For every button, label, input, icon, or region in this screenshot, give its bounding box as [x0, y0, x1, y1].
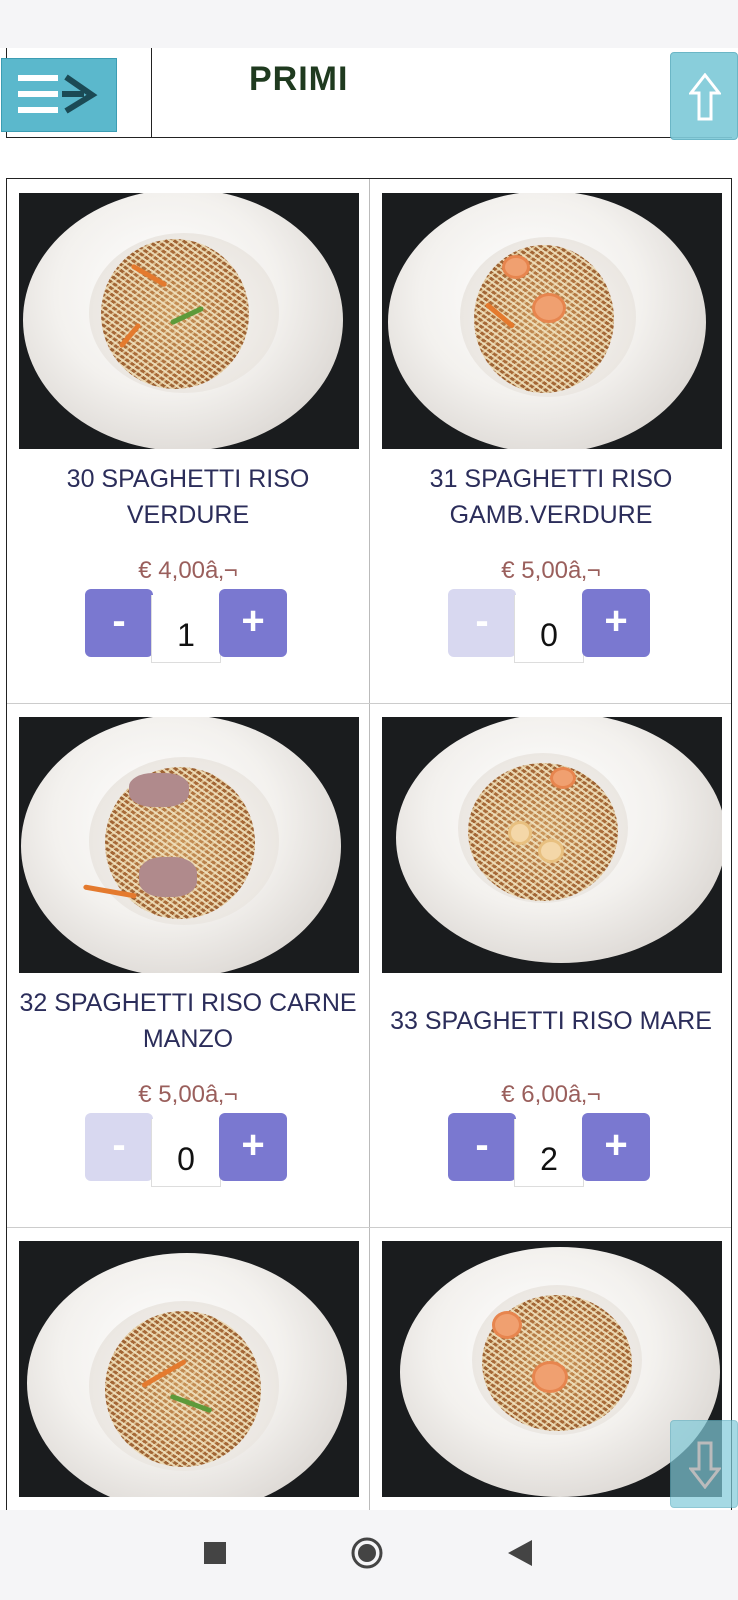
arrow-up-icon	[689, 73, 721, 121]
page-title: PRIMI	[249, 60, 349, 98]
system-navigation-bar	[0, 1510, 738, 1600]
recents-button[interactable]	[204, 1542, 226, 1569]
product-price: € 5,00â‚¬	[501, 557, 601, 584]
increase-button[interactable]: +	[219, 1113, 287, 1181]
quantity-stepper: - 0 +	[85, 1113, 287, 1187]
menu-arrow-icon	[18, 74, 98, 114]
quantity-stepper: - 2 +	[448, 1113, 650, 1187]
circle-icon	[351, 1537, 383, 1569]
decrease-button[interactable]: -	[448, 1113, 516, 1181]
triangle-back-icon	[508, 1540, 532, 1566]
product-card: 30 SPAGHETTI RISO VERDURE € 4,00â‚¬ - 1 …	[7, 179, 369, 715]
product-price: € 4,00â‚¬	[138, 557, 238, 584]
menu-button[interactable]	[1, 58, 117, 132]
product-card: 32 SPAGHETTI RISO CARNE MANZO € 5,00â‚¬ …	[7, 703, 369, 1239]
product-name: 33 SPAGHETTI RISO MARE	[390, 1007, 712, 1035]
product-image	[19, 193, 359, 449]
quantity-value: 2	[514, 1119, 584, 1187]
product-name: 31 SPAGHETTI RISO GAMB.VERDURE	[429, 465, 673, 529]
quantity-value: 0	[151, 1119, 221, 1187]
increase-button[interactable]: +	[219, 589, 287, 657]
quantity-value: 0	[514, 595, 584, 663]
product-image	[19, 717, 359, 973]
product-card: 33 SPAGHETTI RISO MARE € 6,00â‚¬ - 2 +	[370, 703, 731, 1239]
scroll-down-button[interactable]	[670, 1420, 738, 1508]
square-icon	[204, 1542, 226, 1564]
decrease-button[interactable]: -	[85, 589, 153, 657]
decrease-button[interactable]: -	[448, 589, 516, 657]
arrow-down-icon	[689, 1441, 721, 1489]
quantity-stepper: - 0 +	[448, 589, 650, 663]
quantity-stepper: - 1 +	[85, 589, 287, 663]
home-button[interactable]	[350, 1536, 384, 1575]
scroll-up-button[interactable]	[670, 52, 738, 140]
product-price: € 6,00â‚¬	[501, 1081, 601, 1108]
product-card	[7, 1227, 369, 1510]
page-header: PRIMI	[1, 48, 732, 138]
header-divider	[151, 48, 152, 138]
quantity-value: 1	[151, 595, 221, 663]
status-bar	[0, 0, 738, 48]
product-grid: 30 SPAGHETTI RISO VERDURE € 4,00â‚¬ - 1 …	[6, 178, 732, 1510]
decrease-button[interactable]: -	[85, 1113, 153, 1181]
product-price: € 5,00â‚¬	[138, 1081, 238, 1108]
back-button[interactable]	[508, 1540, 532, 1571]
increase-button[interactable]: +	[582, 589, 650, 657]
product-image	[382, 717, 722, 973]
product-image	[19, 1241, 359, 1497]
product-card: 31 SPAGHETTI RISO GAMB.VERDURE € 5,00â‚¬…	[370, 179, 731, 715]
increase-button[interactable]: +	[582, 1113, 650, 1181]
product-image	[382, 193, 722, 449]
product-name: 30 SPAGHETTI RISO VERDURE	[66, 465, 310, 529]
product-name: 32 SPAGHETTI RISO CARNE MANZO	[19, 989, 357, 1053]
